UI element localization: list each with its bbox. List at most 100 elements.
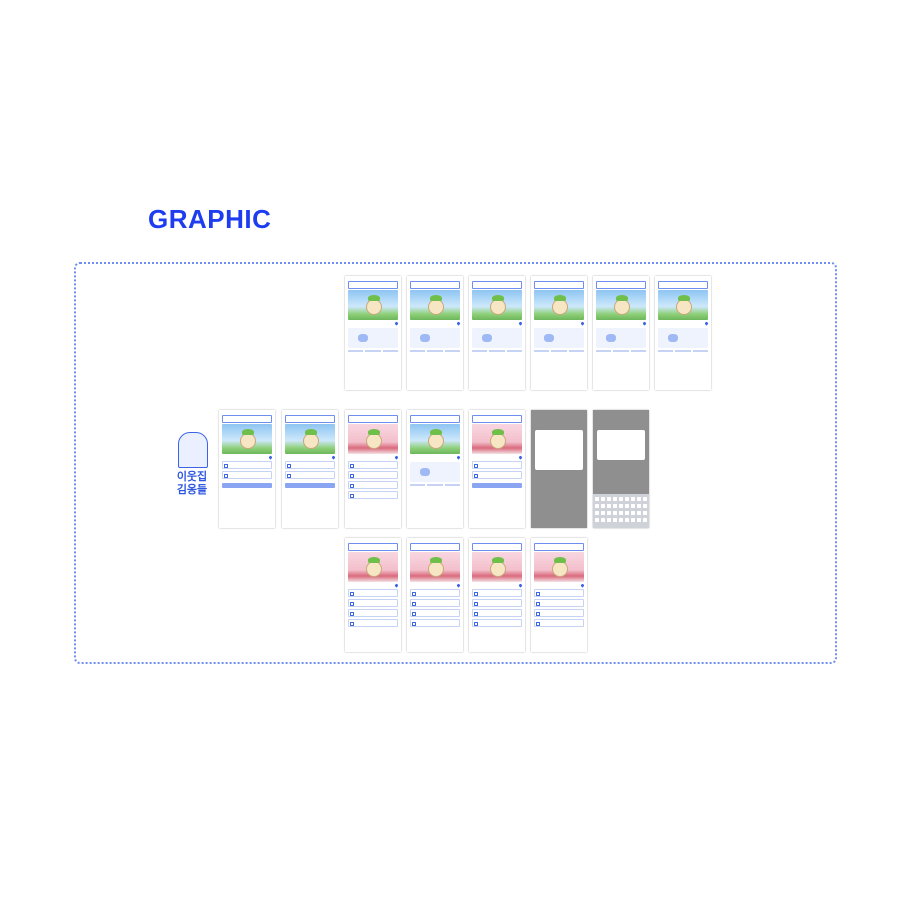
location-label bbox=[658, 321, 709, 326]
notice-box bbox=[410, 543, 460, 551]
location-pin-icon bbox=[456, 583, 461, 588]
action-button[interactable] bbox=[472, 483, 522, 488]
notice-box bbox=[348, 281, 398, 289]
notice-box bbox=[410, 281, 460, 289]
status-bar bbox=[345, 410, 401, 414]
notice-box bbox=[410, 415, 460, 423]
keyboard[interactable] bbox=[593, 494, 649, 528]
dialog[interactable] bbox=[597, 430, 645, 460]
location-label bbox=[410, 583, 461, 588]
status-bar bbox=[345, 538, 401, 542]
character-icon bbox=[366, 557, 382, 577]
info-card bbox=[410, 328, 460, 348]
notice-box bbox=[472, 281, 522, 289]
checklist-row[interactable] bbox=[472, 619, 522, 627]
hero-illustration bbox=[285, 424, 335, 454]
checklist-row[interactable] bbox=[410, 619, 460, 627]
info-card bbox=[534, 328, 584, 348]
info-card bbox=[658, 328, 708, 348]
checklist-row[interactable] bbox=[534, 609, 584, 617]
phone-screen bbox=[345, 538, 401, 652]
checklist-row[interactable] bbox=[472, 589, 522, 597]
status-bar bbox=[469, 276, 525, 280]
location-label bbox=[534, 583, 585, 588]
character-icon bbox=[240, 429, 256, 449]
phone-screen bbox=[655, 276, 711, 390]
location-label bbox=[472, 321, 523, 326]
character-icon bbox=[490, 557, 506, 577]
character-icon bbox=[428, 429, 444, 449]
status-bar bbox=[593, 276, 649, 280]
hero-illustration bbox=[410, 290, 460, 320]
notice-box bbox=[348, 415, 398, 423]
hero-illustration bbox=[472, 424, 522, 454]
checklist-row[interactable] bbox=[348, 619, 398, 627]
action-button[interactable] bbox=[222, 483, 272, 488]
phone-screen bbox=[531, 410, 587, 528]
phone-screen bbox=[469, 276, 525, 390]
house-icon bbox=[178, 432, 208, 468]
location-label bbox=[410, 321, 461, 326]
status-bar bbox=[407, 538, 463, 542]
notice-box bbox=[472, 415, 522, 423]
hero-illustration bbox=[534, 552, 584, 582]
hero-illustration bbox=[472, 552, 522, 582]
notice-box bbox=[472, 543, 522, 551]
checklist-row[interactable] bbox=[534, 619, 584, 627]
status-bar bbox=[407, 410, 463, 414]
character-icon bbox=[428, 295, 444, 315]
info-card bbox=[472, 328, 522, 348]
character-icon bbox=[490, 429, 506, 449]
list-row bbox=[285, 471, 335, 479]
location-label bbox=[348, 583, 399, 588]
checklist-row[interactable] bbox=[348, 491, 398, 499]
character-icon bbox=[490, 295, 506, 315]
notice-box bbox=[658, 281, 708, 289]
location-label bbox=[348, 455, 399, 460]
notice-box bbox=[596, 281, 646, 289]
phone-screen bbox=[469, 410, 525, 528]
checklist-row[interactable] bbox=[410, 589, 460, 597]
info-card bbox=[348, 328, 398, 348]
character-icon bbox=[614, 295, 630, 315]
checklist-row[interactable] bbox=[348, 609, 398, 617]
logo-line-2: 김옹들 bbox=[176, 483, 208, 496]
dialog[interactable] bbox=[535, 430, 583, 470]
checklist-row[interactable] bbox=[410, 599, 460, 607]
phone-screen bbox=[345, 276, 401, 390]
phone-screen bbox=[593, 276, 649, 390]
checklist-row[interactable] bbox=[348, 461, 398, 469]
phone-screen bbox=[407, 276, 463, 390]
checklist-row[interactable] bbox=[348, 599, 398, 607]
location-pin-icon bbox=[518, 321, 523, 326]
location-label bbox=[472, 455, 523, 460]
list-row bbox=[472, 461, 522, 469]
checklist-row[interactable] bbox=[348, 471, 398, 479]
character-icon bbox=[428, 557, 444, 577]
status-bar bbox=[531, 538, 587, 542]
character-icon bbox=[366, 429, 382, 449]
checklist-row[interactable] bbox=[348, 589, 398, 597]
checklist-row[interactable] bbox=[348, 481, 398, 489]
action-button[interactable] bbox=[285, 483, 335, 488]
location-pin-icon bbox=[331, 455, 336, 460]
phone-screen bbox=[531, 538, 587, 652]
phone-screen bbox=[531, 276, 587, 390]
character-icon bbox=[552, 557, 568, 577]
hero-illustration bbox=[410, 424, 460, 454]
hero-illustration bbox=[348, 424, 398, 454]
phone-screen bbox=[407, 410, 463, 528]
list-row bbox=[222, 471, 272, 479]
status-bar bbox=[219, 410, 275, 414]
notice-box bbox=[534, 543, 584, 551]
checklist-row[interactable] bbox=[534, 589, 584, 597]
location-label bbox=[596, 321, 647, 326]
checklist-row[interactable] bbox=[534, 599, 584, 607]
status-bar bbox=[345, 276, 401, 280]
hero-illustration bbox=[534, 290, 584, 320]
location-pin-icon bbox=[394, 321, 399, 326]
status-bar bbox=[655, 276, 711, 280]
checklist-row[interactable] bbox=[472, 599, 522, 607]
checklist-row[interactable] bbox=[472, 609, 522, 617]
checklist-row[interactable] bbox=[410, 609, 460, 617]
